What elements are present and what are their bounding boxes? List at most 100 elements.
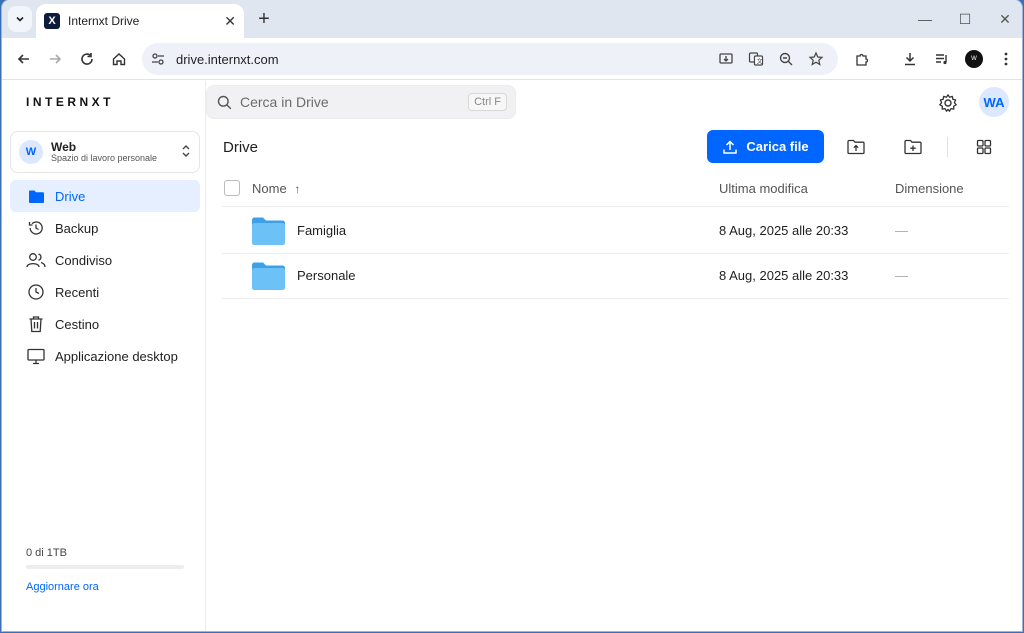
home-button[interactable] [107,47,131,71]
translate-icon[interactable]: 文 [744,47,768,71]
tab-title: Internxt Drive [68,14,140,28]
browser-tab[interactable]: X Internxt Drive ✕ [36,4,244,38]
history-icon [26,218,46,238]
download-icon [905,53,915,66]
search-shortcut-hint: Ctrl F [468,93,507,111]
table-header: Nome ↑ Ultima modifica Dimensione [222,175,1009,207]
sidebar-item-label: Recenti [55,284,100,300]
profile-avatar: W [965,50,983,68]
folder-plus-icon [904,139,922,155]
browser-window: X Internxt Drive ✕ + — ☐ ✕ drive.internx… [2,0,1022,631]
trash-icon [26,314,46,334]
workspace-selector[interactable]: W Web Spazio di lavoro personale [10,131,200,173]
column-modified-header[interactable]: Ultima modifica [719,181,808,196]
close-window-button[interactable]: ✕ [992,8,1018,30]
upgrade-link[interactable]: Aggiornare ora [26,581,99,593]
tab-close-icon[interactable]: ✕ [224,13,236,30]
sidebar-item-label: Condiviso [55,252,113,268]
upload-folder-button[interactable] [841,132,871,162]
profile-button[interactable]: W [962,47,986,71]
more-vert-icon [1004,52,1008,66]
row-size: — [895,268,908,283]
folder-icon [26,186,46,206]
sidebar-item-shared[interactable]: Condiviso [10,244,200,276]
breadcrumb[interactable]: Drive [223,139,258,156]
sidebar-item-backup[interactable]: Backup [10,212,200,244]
grid-view-button[interactable] [969,132,999,162]
tab-strip: X Internxt Drive ✕ + — ☐ ✕ [2,0,1022,38]
folder-icon [252,217,285,245]
extensions-button[interactable] [850,47,874,71]
upload-icon [723,139,738,154]
column-name-header[interactable]: Nome ↑ [252,181,300,196]
media-control-button[interactable] [930,47,954,71]
arrow-right-icon [50,54,62,64]
back-button[interactable] [12,47,36,71]
sidebar-item-label: Drive [55,188,86,204]
internxt-app: INTERNXT W Web Spazio di lavoro personal… [2,81,1022,631]
sidebar-item-label: Applicazione desktop [55,348,178,364]
row-name: Famiglia [297,223,347,238]
playlist-icon [936,54,947,65]
column-size-header[interactable]: Dimensione [895,181,964,196]
reload-button[interactable] [75,47,99,71]
site-settings-icon[interactable] [151,52,165,66]
storage-usage-text: 0 di 1TB [26,547,67,559]
search-placeholder: Cerca in Drive [240,94,329,110]
browser-toolbar: drive.internxt.com 文 W [2,38,1022,80]
chevron-down-icon [16,16,24,22]
svg-text:文: 文 [757,58,763,66]
table-row[interactable]: Famiglia 8 Aug, 2025 alle 20:33 — [222,209,1009,254]
install-app-icon[interactable] [714,47,738,71]
workspace-avatar: W [19,140,43,164]
column-name-label: Nome [252,181,287,196]
folder-upload-icon [847,139,865,155]
sort-ascending-icon: ↑ [294,182,301,196]
url-text: drive.internxt.com [176,51,279,67]
bookmark-star-icon[interactable] [804,47,828,71]
tab-search-button[interactable] [8,6,32,32]
workspace-name: Web [51,139,77,154]
sidebar-item-desktop-app[interactable]: Applicazione desktop [10,340,200,372]
desktop-icon [26,346,46,366]
user-avatar[interactable]: WA [979,87,1009,117]
folder-icon [252,262,285,290]
sidebar-item-drive[interactable]: Drive [10,180,200,212]
chevron-up-down-icon [181,144,191,160]
select-all-checkbox[interactable] [224,180,240,196]
gear-icon [939,94,957,112]
new-folder-button[interactable] [898,132,928,162]
new-tab-button[interactable]: + [254,8,274,30]
sidebar-item-recent[interactable]: Recenti [10,276,200,308]
sidebar-nav: Drive Backup Condiviso Recenti Cestino A… [10,180,200,372]
reload-icon [81,53,93,65]
row-modified: 8 Aug, 2025 alle 20:33 [719,223,849,238]
search-input[interactable]: Cerca in Drive Ctrl F [206,85,516,119]
row-modified: 8 Aug, 2025 alle 20:33 [719,268,849,283]
upload-file-label: Carica file [746,139,809,154]
downloads-button[interactable] [898,47,922,71]
sidebar-item-label: Backup [55,220,99,236]
home-icon [112,53,126,66]
internxt-logo[interactable]: INTERNXT [26,95,114,109]
upload-file-button[interactable]: Carica file [707,130,824,163]
zoom-icon[interactable] [774,47,798,71]
settings-button[interactable] [936,91,960,115]
search-icon [217,95,232,109]
users-icon [26,250,46,270]
clock-icon [26,282,46,302]
table-row[interactable]: Personale 8 Aug, 2025 alle 20:33 — [222,254,1009,299]
puzzle-icon [856,53,869,66]
maximize-button[interactable]: ☐ [952,8,978,30]
sidebar-item-trash[interactable]: Cestino [10,308,200,340]
address-bar[interactable]: drive.internxt.com 文 [142,43,838,75]
internxt-favicon-icon: X [44,13,60,29]
sidebar: INTERNXT W Web Spazio di lavoro personal… [2,81,206,631]
drive-main: Drive Carica file Nome ↑ Ultima modifica… [207,125,1022,631]
browser-menu-button[interactable] [994,47,1018,71]
minimize-button[interactable]: — [912,8,938,30]
forward-button[interactable] [43,47,67,71]
row-name: Personale [297,268,356,283]
arrow-left-icon [17,54,29,64]
row-size: — [895,223,908,238]
